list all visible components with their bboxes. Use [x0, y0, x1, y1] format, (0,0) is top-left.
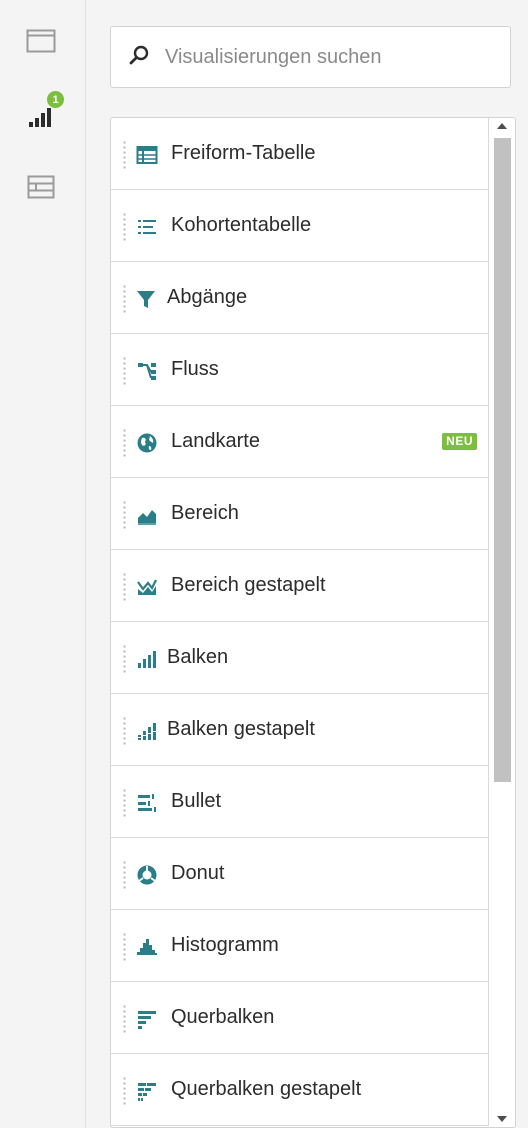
list-item-area-stacked[interactable]: Bereich gestapelt: [111, 550, 489, 622]
drag-handle[interactable]: [123, 644, 126, 674]
list-item-histogram[interactable]: Histogramm: [111, 910, 489, 982]
list-item-label: Kohortentabelle: [171, 214, 312, 236]
drag-handle[interactable]: [123, 932, 126, 962]
drag-handle[interactable]: [123, 1004, 126, 1034]
fallout-funnel-icon: [135, 288, 157, 310]
drag-handle[interactable]: [123, 860, 126, 890]
search-input[interactable]: [163, 44, 497, 70]
globe-icon: [136, 432, 158, 454]
area-chart-icon: [136, 504, 158, 526]
list-item-label: Bullet: [171, 790, 222, 812]
horizontal-bar-icon: [136, 1008, 158, 1030]
drag-handle[interactable]: [123, 212, 126, 242]
list-item-label: Bereich gestapelt: [171, 574, 326, 596]
list-item-bar-stacked[interactable]: Balken gestapelt: [111, 694, 489, 766]
list-item-horizontal-bar[interactable]: Querbalken: [111, 982, 489, 1054]
list-item-map[interactable]: Landkarte NEU: [111, 406, 489, 478]
list-item-label: Balken: [167, 646, 229, 668]
list-item-horizontal-bar-stacked[interactable]: Querbalken gestapelt: [111, 1054, 489, 1126]
search-icon: [129, 45, 149, 70]
components-icon: [27, 175, 55, 199]
list-item-fallout[interactable]: Abgänge: [111, 262, 489, 334]
histogram-icon: [136, 936, 158, 958]
list-item-donut[interactable]: Donut: [111, 838, 489, 910]
list-item-cohort-table[interactable]: Kohortentabelle: [111, 190, 489, 262]
list-item-area[interactable]: Bereich: [111, 478, 489, 550]
list-item-label: Landkarte: [171, 430, 260, 452]
components-button[interactable]: [24, 170, 58, 204]
flow-icon: [136, 360, 158, 382]
scroll-up-arrow-icon[interactable]: [497, 123, 507, 129]
list-item-flow[interactable]: Fluss: [111, 334, 489, 406]
drag-handle[interactable]: [123, 140, 126, 170]
scroll-down-arrow-icon[interactable]: [497, 1116, 507, 1122]
list-item-label: Fluss: [171, 358, 219, 380]
drag-handle[interactable]: [123, 500, 126, 530]
bar-chart-icon: [136, 648, 158, 670]
visualizations-count-badge: 1: [46, 90, 65, 109]
drag-handle[interactable]: [123, 284, 126, 314]
panel-button[interactable]: [24, 24, 58, 58]
visualizations-icon: [28, 106, 54, 128]
visualizations-list: Freiform-Tabelle Kohortentabelle Abgänge: [110, 117, 516, 1128]
area-stacked-icon: [136, 576, 158, 598]
drag-handle[interactable]: [123, 716, 126, 746]
list-item-label: Histogramm: [171, 934, 279, 956]
list-item-label: Querbalken gestapelt: [171, 1078, 362, 1100]
horizontal-bar-stacked-icon: [136, 1080, 158, 1102]
list-item-label: Abgänge: [167, 286, 248, 308]
drag-handle[interactable]: [123, 788, 126, 818]
list-item-label: Bereich: [171, 502, 239, 524]
list-item-freeform-table[interactable]: Freiform-Tabelle: [111, 118, 489, 190]
panel-icon: [26, 29, 56, 53]
left-rail: 1: [0, 0, 86, 1128]
drag-handle[interactable]: [123, 356, 126, 386]
cohort-table-icon: [136, 216, 158, 238]
freeform-table-icon: [136, 144, 158, 166]
bar-stacked-icon: [136, 720, 158, 742]
search-box: [110, 26, 511, 88]
scrollbar[interactable]: [490, 118, 515, 1127]
drag-handle[interactable]: [123, 428, 126, 458]
drag-handle[interactable]: [123, 1076, 126, 1106]
list-item-label: Freiform-Tabelle: [171, 142, 316, 164]
drag-handle[interactable]: [123, 572, 126, 602]
list-item-bullet[interactable]: Bullet: [111, 766, 489, 838]
list-item-label: Donut: [171, 862, 225, 884]
visualizations-panel: Freiform-Tabelle Kohortentabelle Abgänge: [87, 0, 528, 1128]
bullet-icon: [136, 792, 158, 814]
donut-icon: [136, 864, 158, 886]
new-badge: NEU: [442, 433, 477, 450]
list-item-label: Balken gestapelt: [167, 718, 315, 740]
scrollbar-thumb[interactable]: [494, 138, 511, 782]
list-item-bar[interactable]: Balken: [111, 622, 489, 694]
list-item-label: Querbalken: [171, 1006, 275, 1028]
